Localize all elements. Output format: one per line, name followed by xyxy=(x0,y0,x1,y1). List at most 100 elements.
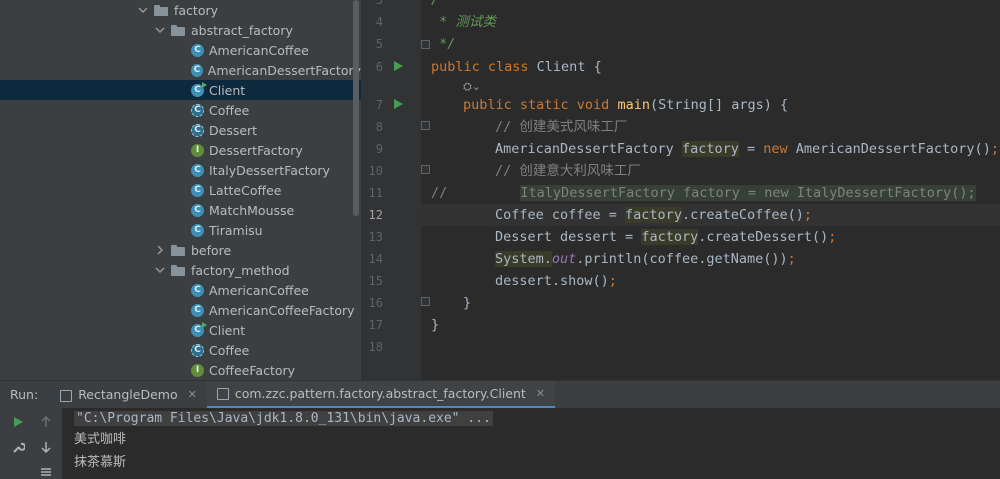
variable-highlight: factory xyxy=(625,207,682,223)
chevron-down-icon[interactable] xyxy=(155,25,165,35)
tree-item-label: before xyxy=(191,242,232,258)
folder-icon xyxy=(171,244,185,256)
tree-item-dessert-factory[interactable]: I DessertFactory xyxy=(0,140,361,160)
tree-item-dessert[interactable]: C Dessert xyxy=(0,120,361,140)
tree-item-american-coffee-2[interactable]: C AmericanCoffee xyxy=(0,280,361,300)
arrow-down-icon xyxy=(41,442,51,453)
console-line-command: "C:\Program Files\Java\jdk1.8.0_131\bin\… xyxy=(74,408,493,430)
tree-folder-before[interactable]: before xyxy=(0,240,361,260)
run-config-icon xyxy=(216,387,229,400)
line-number: 6 xyxy=(375,60,383,74)
keyword: public class xyxy=(431,59,529,75)
tree-scrollbar[interactable] xyxy=(353,0,359,216)
close-icon[interactable]: ✕ xyxy=(188,388,197,401)
wrap-icon xyxy=(41,468,51,476)
class-icon: C xyxy=(191,163,204,177)
code-text: (String[] args) { xyxy=(649,97,789,113)
arrow-up-icon xyxy=(41,416,51,427)
rerun-button[interactable] xyxy=(9,413,27,431)
tree-item-label: Client xyxy=(209,322,246,338)
tree-item-american-dessert-factory[interactable]: C AmericanDessertFactory xyxy=(0,60,361,80)
line-comment: // 创建意大利风味工厂 xyxy=(495,163,641,179)
tree-folder-factory-method[interactable]: factory_method xyxy=(0,260,361,280)
tree-item-label: AmericanDessertFactory xyxy=(207,62,361,78)
tab-label: com.zzc.pattern.factory.abstract_factory… xyxy=(234,385,526,401)
tree-item-label: LatteCoffee xyxy=(209,182,282,198)
soft-wrap-button[interactable] xyxy=(37,463,55,479)
fold-marker-icon[interactable] xyxy=(421,165,430,174)
chevron-right-icon[interactable] xyxy=(155,245,165,255)
variable-highlight: factory xyxy=(681,141,739,157)
tree-item-client-selected[interactable]: C Client xyxy=(0,80,361,100)
fold-marker-icon[interactable] xyxy=(421,121,430,130)
close-icon[interactable]: ✕ xyxy=(536,387,545,400)
variable-highlight: factory xyxy=(641,229,699,245)
semicolon: ; xyxy=(787,251,796,267)
line-number: 4 xyxy=(375,15,383,29)
code-line-10: // 创建意大利风味工厂 xyxy=(495,160,641,182)
method-name: main xyxy=(617,97,650,113)
tree-item-american-coffee-factory[interactable]: C AmericanCoffeeFactory xyxy=(0,300,361,320)
tree-item-coffee[interactable]: C Coffee xyxy=(0,100,361,120)
scroll-up-button[interactable] xyxy=(37,413,55,431)
tree-item-match-mousse[interactable]: C MatchMousse xyxy=(0,200,361,220)
code-line-16: } xyxy=(463,292,471,314)
console-line-output: 抹茶慕斯 xyxy=(74,455,127,470)
tree-item-label: ItalyDessertFactory xyxy=(209,162,330,178)
abstract-class-icon: C xyxy=(191,103,204,117)
tree-item-american-coffee[interactable]: C AmericanCoffee xyxy=(0,40,361,60)
abstract-class-icon: C xyxy=(191,123,204,137)
line-number: 5 xyxy=(375,37,383,51)
tree-item-italy-dessert-factory[interactable]: C ItalyDessertFactory xyxy=(0,160,361,180)
tree-folder-abstract-factory[interactable]: abstract_factory xyxy=(0,20,361,40)
code-text: Coffee coffee = xyxy=(495,207,626,223)
code-line-15: dessert.show(); xyxy=(495,270,617,292)
tree-item-label: Coffee xyxy=(209,102,250,118)
code-text: = xyxy=(738,141,764,157)
fold-marker-icon[interactable] xyxy=(421,297,430,306)
tree-item-label: DessertFactory xyxy=(209,142,303,158)
tree-item-label: Client xyxy=(209,82,246,98)
folder-icon xyxy=(154,4,168,16)
code-line-5: */ xyxy=(431,33,455,55)
code-line-9: AmericanDessertFactory factory = new Ame… xyxy=(495,138,999,160)
folder-icon xyxy=(171,264,185,276)
tab-client[interactable]: com.zzc.pattern.factory.abstract_factory… xyxy=(206,380,556,409)
chevron-down-icon[interactable] xyxy=(155,265,165,275)
run-main-icon[interactable] xyxy=(394,99,403,109)
scroll-down-button[interactable] xyxy=(37,438,55,456)
doc-comment: /** xyxy=(431,0,456,8)
code-text: .println(coffee.getName()) xyxy=(576,251,788,267)
tree-item-label: factory xyxy=(174,2,219,18)
chevron-down-icon[interactable] xyxy=(138,5,148,15)
console-output[interactable]: "C:\Program Files\Java\jdk1.8.0_131\bin\… xyxy=(62,408,1000,479)
tab-label: RectangleDemo xyxy=(78,387,178,402)
code-line-6: public class Client { xyxy=(431,56,602,78)
interface-icon: I xyxy=(191,363,204,377)
tree-folder-factory[interactable]: factory xyxy=(0,0,361,20)
class-icon: C xyxy=(191,183,204,197)
tree-item-coffee-factory[interactable]: I CoffeeFactory xyxy=(0,360,361,380)
commented-code: ItalyDessertFactory factory = new ItalyD… xyxy=(520,185,976,201)
run-config-icon xyxy=(60,389,73,402)
tree-item-client-2[interactable]: C Client xyxy=(0,320,361,340)
settings-button[interactable] xyxy=(9,438,27,456)
code-text: AmericanDessertFactory() xyxy=(787,141,991,157)
inlay-hint-icon[interactable]: ⛭⌄ xyxy=(463,80,481,94)
tree-item-coffee-2[interactable]: C Coffee xyxy=(0,340,361,360)
run-class-icon[interactable] xyxy=(394,61,403,71)
play-icon xyxy=(14,417,23,427)
semicolon: ; xyxy=(803,207,813,223)
code-line-4: * 测试类 xyxy=(431,11,496,33)
fold-marker-icon[interactable] xyxy=(421,40,430,49)
wrench-icon xyxy=(12,442,25,453)
class-icon: C xyxy=(191,203,204,217)
abstract-class-icon: C xyxy=(191,343,204,357)
tree-item-tiramisu[interactable]: C Tiramisu xyxy=(0,220,361,240)
run-tool-window-header: Run: RectangleDemo ✕ com.zzc.pattern.fac… xyxy=(0,380,1000,409)
tab-rectangle-demo[interactable]: RectangleDemo ✕ xyxy=(50,381,207,409)
line-number: 16 xyxy=(368,296,383,310)
tree-item-latte-coffee[interactable]: C LatteCoffee xyxy=(0,180,361,200)
line-comment: // xyxy=(431,185,448,201)
code-line-7: public static void main(String[] args) { xyxy=(463,94,788,116)
